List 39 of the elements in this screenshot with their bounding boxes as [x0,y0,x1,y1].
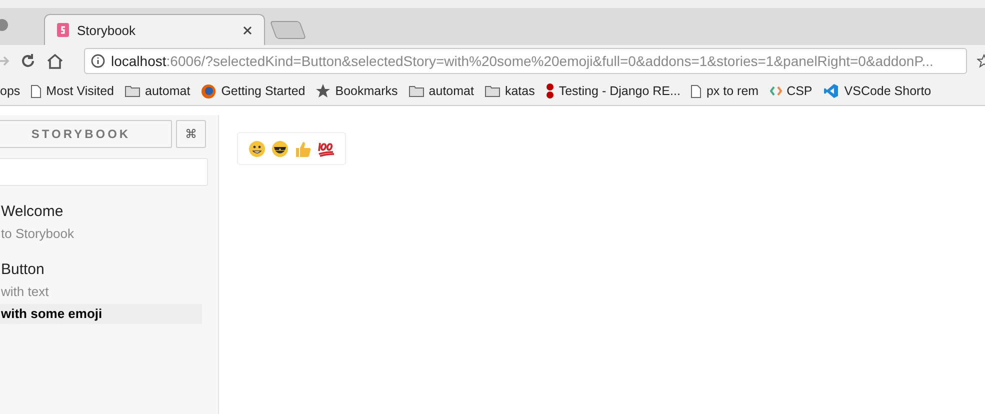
bookmark-item[interactable]: Getting Started [201,84,306,98]
code-editor-icon [823,83,840,99]
page-icon [691,84,702,98]
bookmark-item[interactable]: VSCode Shorto [823,83,932,99]
emoji-button[interactable] [237,132,346,165]
bookmark-item[interactable]: katas [484,84,535,98]
bookmark-item[interactable]: Most Visited [31,84,114,98]
bookmark-item[interactable]: automat [125,84,190,98]
info-icon [91,54,105,68]
storybook-logo-icon [57,23,69,37]
storybook-title-button[interactable]: STORYBOOK [0,120,172,148]
dots-icon [546,83,554,99]
bookmark-item[interactable]: px to rem [691,84,759,98]
reload-icon[interactable] [20,53,36,69]
folder-icon [484,85,500,97]
close-icon[interactable] [243,26,252,34]
filter-field[interactable] [0,158,208,186]
tab-title: Storybook [77,22,137,38]
story-kind-item[interactable]: Welcome [1,202,218,222]
bookmark-item[interactable]: automat [408,84,474,98]
story-item[interactable]: with some emoji [0,304,202,324]
star-icon [316,84,330,98]
browser-tab[interactable]: Storybook [44,14,265,45]
brackets-icon [770,85,782,97]
folder-icon [125,85,140,97]
bookmark-item[interactable]: Testing - Django RE... [546,83,680,99]
bookmark-item[interactable]: Bookmarks [316,84,398,98]
home-icon[interactable] [46,53,64,69]
thumbs-up-icon [294,140,312,158]
sunglasses-face-icon [271,140,289,158]
page-icon [31,84,42,98]
folder-icon [408,85,424,97]
story-kind-item[interactable]: Button [1,260,218,280]
grinning-face-icon [248,140,266,158]
bookmark-item[interactable]: CSP [770,84,812,98]
url-text: localhost:6006/?selectedKind=Button&selectedStory=with%20some%20emoji&full=0&addons=1&stories=1&panelRight=0&addonP... [111,53,934,69]
bookmark-item[interactable]: ops [0,84,20,98]
address-field[interactable]: localhost:6006/?selectedKind=Button&selectedStory=with%20some%20emoji&full=0&addons=1&stories=1&panelRight=0&addonP... [84,48,967,74]
shortcuts-button[interactable]: ⌘ [176,120,206,148]
